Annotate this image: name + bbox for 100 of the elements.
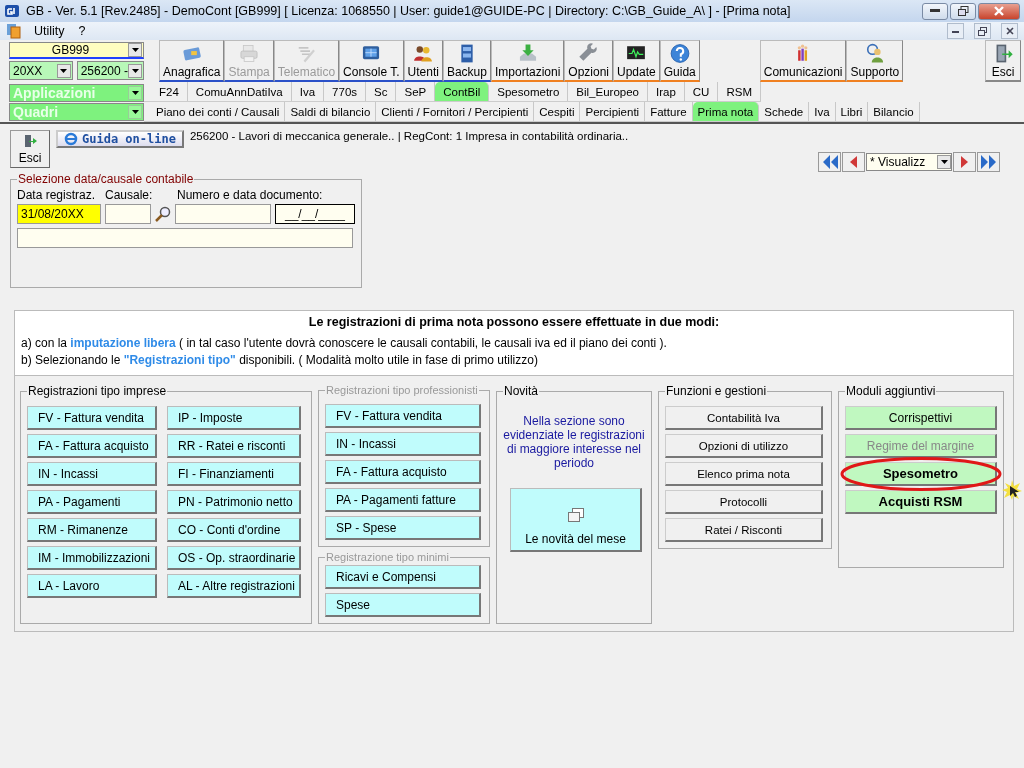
tab[interactable]: Bil_Europeo [568,82,648,101]
minimize-button[interactable] [947,23,964,39]
toolbar-button[interactable]: Opzioni [564,40,614,82]
entry-type-button[interactable]: PA - Pagamenti [27,490,157,514]
minimize-button[interactable] [922,2,948,20]
tab[interactable]: Irap [647,82,685,101]
close-button[interactable] [1001,23,1018,39]
tab[interactable]: Libri [835,102,869,121]
restore-icon [957,6,969,16]
document-number-field[interactable] [175,204,271,224]
close-icon [1005,27,1014,35]
window-title: GB - Ver. 5.1 [Rev.2485] - DemoCont [GB999] [ Licenza: 1068550 | User: guide1@GUIDE-PC | Directory: C:\GB_Guide_A\ ] - [Prima nota] [26,4,792,18]
instruction-line: a) con la imputazione libera ( in tal caso l'utente dovrà conoscere le causali contabili, le causali iva ed il piano dei conti ). [21,335,668,352]
tab[interactable]: F24 [151,82,188,101]
entry-type-button[interactable]: FV - Fattura vendita [27,406,157,430]
entry-type-button[interactable]: OS - Op. straordinarie [167,546,301,570]
toolbar-button[interactable]: Update [613,40,660,82]
module-button[interactable]: Spesometro [845,462,997,486]
entry-type-button[interactable]: IN - Incassi [27,462,157,486]
restore-icon [978,26,987,36]
entry-type-button[interactable]: RM - Rimanenze [27,518,157,542]
tab[interactable]: Percipienti [580,102,646,121]
group-title: Registrazioni tipo professionisti [325,384,479,396]
company-info: 256200 - Lavori di meccanica generale.. | RegCont: 1 Impresa in contabilità ordinaria.. [189,130,629,142]
toolbar-button[interactable]: Comunicazioni [759,40,847,82]
tab[interactable]: Fatture [645,102,693,121]
entry-type-button[interactable]: RR - Ratei e risconti [167,434,301,458]
function-button[interactable]: Opzioni di utilizzo [665,434,823,458]
year-dropdown[interactable]: 20XX [9,61,73,80]
field-label: Numero e data documento: [177,188,323,202]
tab[interactable]: Spesometro [489,82,569,101]
dropdown-arrow-icon [131,48,139,52]
entry-type-button[interactable]: AL - Altre registrazioni [167,574,301,598]
menu-item[interactable]: ? [76,24,88,38]
toolbar-button[interactable]: Anagrafica [159,40,225,82]
tab[interactable]: Cespiti [534,102,581,121]
document-date-field[interactable]: __/__/____ [275,204,355,224]
tab[interactable]: Prima nota [692,102,760,121]
tab[interactable]: RSM [718,82,761,101]
group-title: Selezione data/causale contabile [17,172,195,186]
group-title: Moduli aggiuntivi [845,384,937,398]
function-button[interactable]: Contabilità Iva [665,406,823,430]
tab[interactable]: Sc [366,82,397,101]
entry-type-button[interactable]: FA - Fattura acquisto [27,434,157,458]
toolbar-button[interactable]: Backup [442,40,491,82]
search-icon[interactable] [155,206,171,222]
toolbar-button[interactable]: Guida [659,40,700,82]
group-title: Funzioni e gestioni [665,384,768,398]
last-record-button[interactable] [977,152,1000,172]
tab[interactable]: Clienti / Fornitori / Percipienti [376,102,535,121]
tab[interactable]: Bilancio [868,102,920,121]
tab[interactable]: ContBil [435,82,490,101]
first-record-button[interactable] [818,152,841,172]
tab[interactable]: Iva [291,82,325,101]
function-button[interactable]: Ratei / Risconti [665,518,823,542]
entry-type-button[interactable]: FI - Finanziamenti [167,462,301,486]
entry-type-button[interactable]: IP - Imposte [167,406,301,430]
tab[interactable]: 770s [324,82,367,101]
toolbar-button[interactable]: Importazioni [490,40,565,82]
next-button[interactable] [953,152,976,172]
minimize-icon [952,29,959,33]
entry-type-button[interactable]: CO - Conti d'ordine [167,518,301,542]
menu-item[interactable]: Utility [32,24,67,38]
tab[interactable]: Schede [759,102,810,121]
module-button[interactable]: Corrispettivi [845,406,997,430]
toolbar-button[interactable]: Utenti [403,40,443,82]
entry-type-button[interactable]: LA - Lavoro [27,574,157,598]
description-field[interactable] [17,228,353,248]
tab[interactable]: Saldi di bilancio [285,102,377,121]
function-button[interactable]: Elenco prima nota [665,462,823,486]
previous-button[interactable] [842,152,865,172]
entry-type-button[interactable]: PN - Patrimonio netto [167,490,301,514]
view-dropdown[interactable]: * Visualizz [866,153,952,171]
module-button[interactable]: Acquisti RSM [845,490,997,514]
documents-icon [6,23,22,39]
app-logo-icon [4,3,20,19]
tab[interactable]: CU [684,82,719,101]
toolbar-button[interactable]: Console T. [339,40,404,82]
activity-dropdown[interactable]: 256200 - [76,61,144,80]
exit-button[interactable]: Esci [10,130,50,168]
left-arrow-icon [849,156,858,168]
windows-stack-icon [567,508,584,522]
exit-button[interactable]: Esci [985,40,1021,82]
restore-button[interactable] [974,23,991,39]
entry-type-button[interactable]: IM - Immobilizzazioni [27,546,157,570]
group-title: Novità [503,384,539,398]
online-help-button[interactable]: Guida on-line [56,130,184,148]
company-dropdown[interactable]: GB999 [9,42,144,59]
close-button[interactable] [978,2,1020,20]
date-field[interactable]: 31/08/20XX [17,204,101,224]
function-button[interactable]: Protocolli [665,490,823,514]
tab[interactable]: ComuAnnDatiIva [187,82,292,101]
causale-field[interactable] [105,204,151,224]
close-icon [994,6,1004,16]
maximize-button[interactable] [950,2,976,20]
tab[interactable]: Iva [809,102,836,121]
tab[interactable]: Piano dei conti / Causali [151,102,286,121]
field-label: Causale: [105,188,154,202]
toolbar-button[interactable]: Supporto [846,40,904,82]
monthly-news-button[interactable]: Le novità del mese [510,488,642,552]
